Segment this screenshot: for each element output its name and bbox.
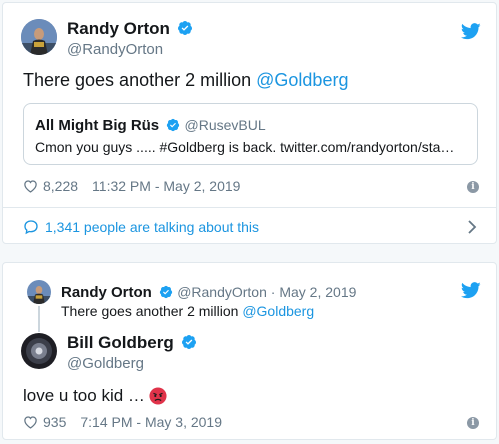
- timestamp[interactable]: 7:14 PM - May 3, 2019: [80, 414, 222, 430]
- heart-icon[interactable]: [23, 179, 38, 193]
- reply-author-name[interactable]: Randy Orton: [61, 284, 152, 301]
- quote-author-handle: @RusevBUL: [184, 117, 266, 133]
- quote-author-name: All Might Big Rüs: [35, 117, 160, 134]
- randy-orton-avatar[interactable]: [21, 19, 57, 55]
- mention-link[interactable]: @Goldberg: [256, 70, 348, 90]
- tweet-meta: 8,228 11:32 PM - May 2, 2019: [23, 178, 240, 194]
- separator-dot: ·: [266, 284, 280, 300]
- chevron-right-icon[interactable]: [467, 220, 477, 234]
- verified-badge-icon: [178, 21, 193, 35]
- heart-icon[interactable]: [23, 415, 38, 429]
- author-handle[interactable]: @RandyOrton: [67, 40, 193, 60]
- tweet-text: love u too kid …: [23, 385, 167, 407]
- tweet-text: There goes another 2 million @Goldberg: [23, 69, 348, 91]
- info-icon[interactable]: i: [467, 181, 479, 193]
- talking-count: 1,341 people are talking about this: [45, 219, 260, 235]
- mention-link[interactable]: @Goldberg: [242, 303, 314, 319]
- tweet-card-1: Randy Orton @RandyOrton There goes anoth…: [2, 2, 497, 244]
- thread-line: [38, 306, 40, 332]
- twitter-bird-icon[interactable]: [461, 23, 481, 40]
- verified-badge-icon: [182, 335, 197, 349]
- author-handle[interactable]: @Goldberg: [67, 354, 197, 374]
- timestamp[interactable]: 11:32 PM - May 2, 2019: [92, 178, 240, 194]
- author-name[interactable]: Randy Orton: [67, 19, 170, 38]
- verified-badge-icon: [159, 285, 173, 299]
- verified-badge-icon: [167, 118, 180, 132]
- tweet-text-body: There goes another 2 million: [23, 70, 257, 90]
- conversation-link[interactable]: 1,341 people are talking about this: [23, 219, 259, 235]
- bill-goldberg-avatar[interactable]: [21, 333, 57, 369]
- like-count[interactable]: 8,228: [43, 178, 78, 194]
- reply-author-handle[interactable]: @RandyOrton: [177, 284, 267, 300]
- angry-face-emoji: [149, 387, 167, 405]
- reply-text-body: There goes another 2 million: [61, 303, 243, 319]
- quote-text: Cmon you guys ..... #Goldberg is back. t…: [35, 139, 455, 155]
- reply-date[interactable]: May 2, 2019: [279, 284, 356, 300]
- comment-bubble-icon: [24, 220, 38, 235]
- like-count[interactable]: 935: [43, 414, 66, 430]
- divider: [3, 207, 496, 208]
- tweet-text-body: love u too kid …: [23, 386, 145, 405]
- author-name[interactable]: Bill Goldberg: [67, 333, 174, 352]
- randy-orton-avatar-small[interactable]: [27, 280, 51, 304]
- quoted-tweet[interactable]: All Might Big Rüs @RusevBUL Cmon you guy…: [23, 103, 478, 165]
- info-icon[interactable]: i: [467, 417, 479, 429]
- twitter-bird-icon[interactable]: [461, 282, 481, 299]
- reply-text: There goes another 2 million @Goldberg: [61, 302, 314, 320]
- tweet-meta: 935 7:14 PM - May 3, 2019: [23, 414, 222, 430]
- tweet-card-2: Randy Orton @RandyOrton · May 2, 2019 Th…: [2, 262, 497, 440]
